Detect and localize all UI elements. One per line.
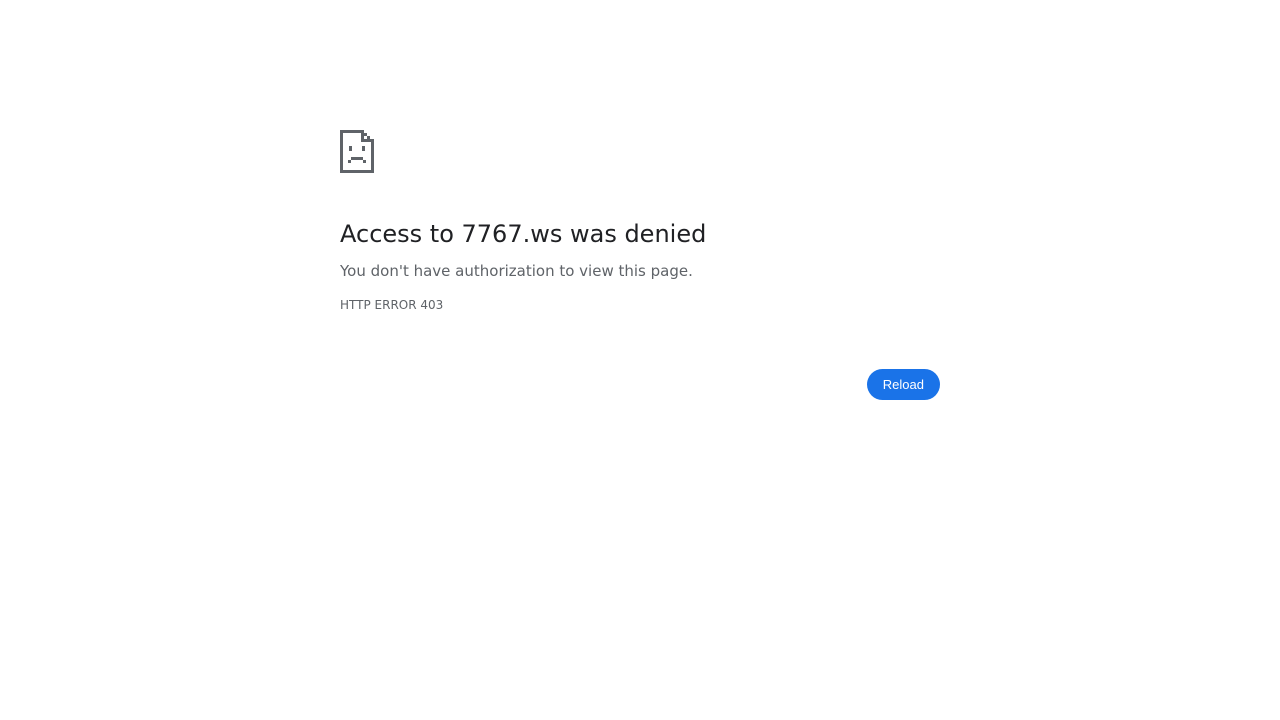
error-message: You don't have authorization to view thi… xyxy=(340,262,693,280)
reload-button[interactable]: Reload xyxy=(866,369,940,400)
sad-page-icon xyxy=(340,130,940,173)
error-headline: Access to 7767.ws was denied xyxy=(340,220,707,248)
error-code: HTTP ERROR 403 xyxy=(340,298,444,312)
error-container: Access to 7767.ws was denied You don't h… xyxy=(340,130,940,400)
button-row: Reload xyxy=(340,369,940,400)
